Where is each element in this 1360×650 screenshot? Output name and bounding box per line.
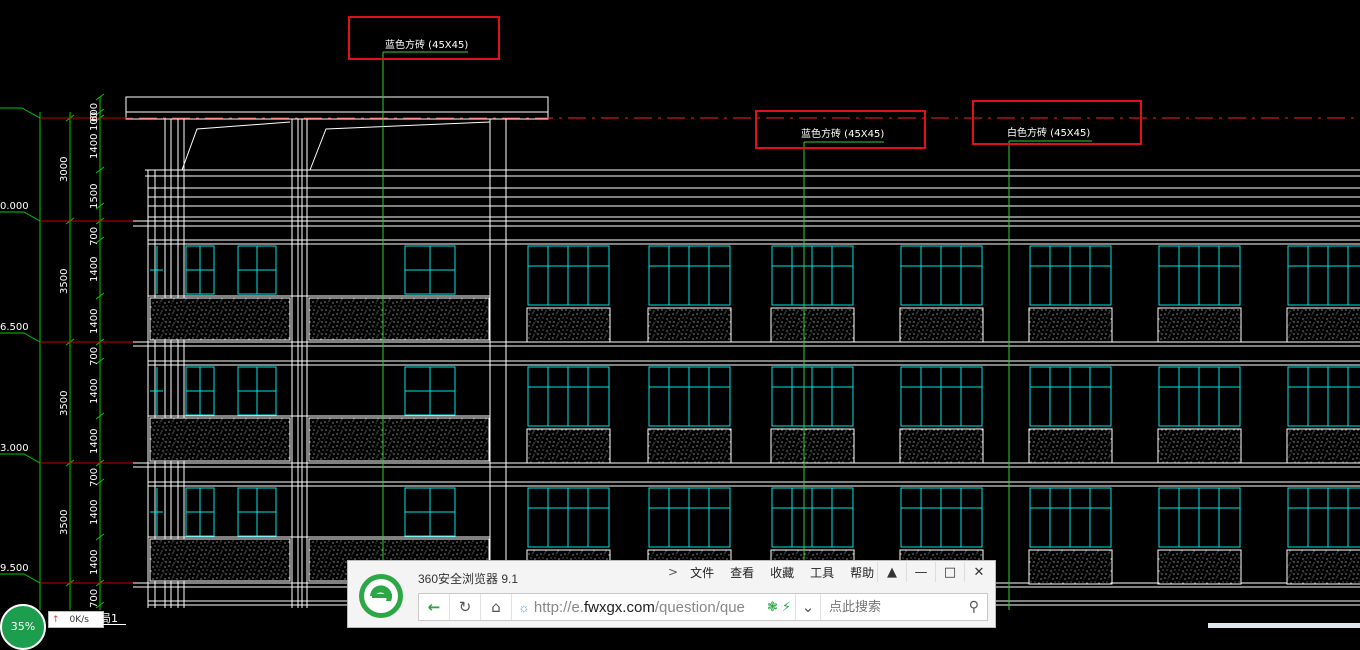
upload-arrow-icon: ↑ bbox=[52, 614, 60, 625]
window-bay bbox=[1286, 245, 1360, 343]
menu-tools[interactable]: 工具 bbox=[802, 565, 842, 581]
elevation-label-1: 0.000 bbox=[0, 201, 29, 212]
dimension-lines bbox=[39, 93, 133, 610]
window-bay bbox=[1028, 487, 1113, 585]
search-input[interactable] bbox=[821, 598, 932, 616]
maximize-icon[interactable]: □ bbox=[935, 562, 964, 582]
elevation-label-2: 6.500 bbox=[0, 322, 29, 333]
menu-chevron[interactable]: > bbox=[664, 565, 682, 581]
dropdown-chevron-icon[interactable]: ⌄ bbox=[795, 594, 820, 620]
window-bay bbox=[899, 366, 984, 464]
url-prefix: http://e. bbox=[533, 598, 584, 616]
canopy-structure bbox=[147, 119, 507, 608]
annotation-text-top: 蓝色方砖 (45X45) bbox=[385, 38, 468, 51]
window-bay bbox=[1028, 366, 1113, 464]
search-icon[interactable]: ⚲ bbox=[969, 599, 987, 615]
window-bay bbox=[899, 245, 984, 343]
left-wing-spandrels bbox=[149, 297, 490, 582]
dimension-texts: 6001001400150070014001400700140014007001… bbox=[59, 103, 100, 608]
annotation-text-right: 白色方砖 (45X45) bbox=[1007, 126, 1090, 139]
window-bay bbox=[1286, 487, 1360, 585]
shirt-icon[interactable]: ▲ bbox=[877, 562, 906, 582]
dim-value-inner: 1400 bbox=[89, 550, 100, 575]
window-bay bbox=[1157, 245, 1242, 343]
address-bar-icons: ❃ ⚡ bbox=[763, 600, 795, 615]
right-wing-bays bbox=[526, 245, 1360, 585]
refresh-icon[interactable]: ↻ bbox=[450, 594, 481, 620]
elevation-label-4: 9.500 bbox=[0, 563, 29, 574]
browser-menu: > 文件 查看 收藏 工具 帮助 bbox=[664, 565, 882, 581]
elevation-label-3: 3.000 bbox=[0, 443, 29, 454]
annotation-top[interactable]: 蓝色方砖 (45X45) bbox=[348, 16, 500, 60]
window-bay bbox=[647, 366, 732, 464]
dim-value-inner: 1400 bbox=[89, 134, 100, 159]
dim-value-inner: 1400 bbox=[89, 500, 100, 525]
dim-value-inner: 700 bbox=[89, 347, 100, 366]
window-bay bbox=[1286, 366, 1360, 464]
window-bay bbox=[770, 245, 855, 343]
dim-value-inner: 1400 bbox=[89, 429, 100, 454]
window-controls: ▲ — □ ✕ bbox=[877, 562, 993, 582]
url-path: /question/que bbox=[654, 598, 745, 616]
navigation-bar: ← ↻ ⌂ ☼ http://e. fwxgx.com/question/que … bbox=[418, 593, 988, 621]
dim-value-inner: 700 bbox=[89, 589, 100, 608]
elevation-markers bbox=[0, 107, 41, 584]
dim-value-inner: 700 bbox=[89, 227, 100, 246]
layout-tab-underline bbox=[96, 624, 126, 625]
loading-icon[interactable]: ❃ bbox=[767, 600, 778, 615]
window-bay bbox=[1028, 245, 1113, 343]
browser-title: 360安全浏览器 9.1 bbox=[418, 572, 519, 586]
back-arrow-icon[interactable]: ← bbox=[419, 594, 450, 620]
dim-value-outer: 3000 bbox=[59, 157, 70, 182]
globe-icon: ☼ bbox=[518, 599, 530, 615]
dim-value-inner: 1500 bbox=[89, 184, 100, 209]
dim-value-inner: 700 bbox=[89, 468, 100, 487]
dim-value-outer: 3500 bbox=[59, 269, 70, 294]
network-speed: ↑ 0K/s bbox=[48, 611, 104, 628]
browser-logo-icon bbox=[359, 574, 403, 618]
dim-value-inner: 1400 bbox=[89, 309, 100, 334]
search-box: ⚲ bbox=[820, 594, 987, 620]
window-bay bbox=[647, 245, 732, 343]
zoom-badge[interactable]: 35% bbox=[0, 604, 46, 650]
speed-value: 0K/s bbox=[69, 614, 89, 625]
roof-canopy bbox=[125, 96, 549, 120]
dim-value-outer: 3500 bbox=[59, 391, 70, 416]
annotation-text-mid: 蓝色方砖 (45X45) bbox=[801, 127, 884, 140]
home-icon[interactable]: ⌂ bbox=[481, 594, 512, 620]
cad-drawing-canvas[interactable]: 蓝色方砖 (45X45) 蓝色方砖 (45X45) 白色方砖 (45X45) 0… bbox=[0, 0, 1360, 628]
dim-value-inner: 100 bbox=[89, 112, 100, 131]
address-bar[interactable]: ☼ http://e. fwxgx.com/question/que bbox=[512, 599, 763, 616]
annotation-right[interactable]: 白色方砖 (45X45) bbox=[972, 100, 1142, 145]
menu-view[interactable]: 查看 bbox=[722, 565, 762, 581]
menu-file[interactable]: 文件 bbox=[682, 565, 722, 581]
system-bar bbox=[1208, 623, 1360, 628]
minimize-icon[interactable]: — bbox=[906, 562, 935, 582]
lightning-icon[interactable]: ⚡ bbox=[782, 600, 791, 615]
dim-value-inner: 1400 bbox=[89, 257, 100, 282]
close-icon[interactable]: ✕ bbox=[964, 562, 993, 582]
url-domain: fwxgx.com bbox=[583, 598, 655, 616]
window-bay bbox=[526, 245, 611, 343]
window-bay bbox=[1157, 487, 1242, 585]
dim-value-outer: 3500 bbox=[59, 510, 70, 535]
dim-value-inner: 1400 bbox=[89, 379, 100, 404]
window-bay bbox=[770, 366, 855, 464]
window-bay bbox=[526, 366, 611, 464]
menu-favorites[interactable]: 收藏 bbox=[762, 565, 802, 581]
window-bay bbox=[1157, 366, 1242, 464]
browser-popup-window[interactable]: 360安全浏览器 9.1 > 文件 查看 收藏 工具 帮助 ▲ — □ ✕ ← … bbox=[347, 560, 996, 628]
